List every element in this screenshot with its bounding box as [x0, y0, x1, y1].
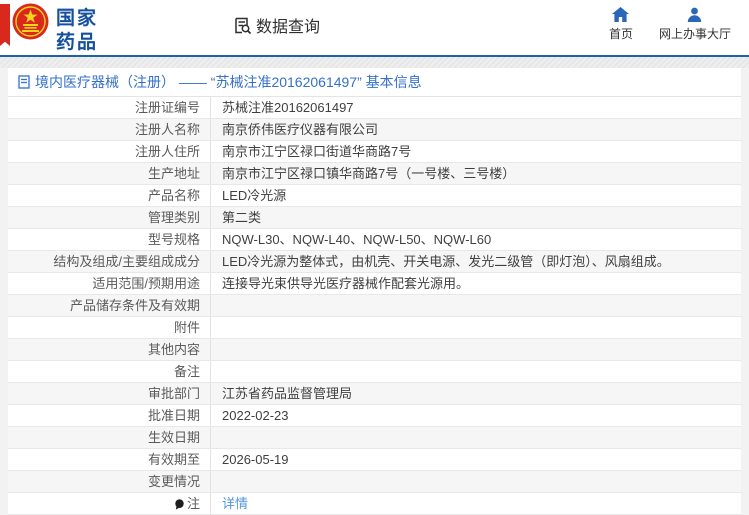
row-label: 适用范围/预期用途 — [8, 273, 210, 294]
breadcrumb: 境内医疗器械（注册） —— “苏械注准20162061497” 基本信息 — [8, 68, 741, 96]
table-row: 变更情况 — [8, 471, 741, 493]
row-label: 型号规格 — [8, 229, 210, 250]
row-label-text: 管理类别 — [147, 210, 200, 225]
nav-home-label: 首页 — [608, 27, 633, 41]
row-value: LED冷光源 — [210, 185, 741, 206]
row-label-text: 注册人名称 — [134, 122, 200, 137]
row-value: 连接导光束供导光医疗器械作配套光源用。 — [210, 273, 741, 294]
row-label: 产品储存条件及有效期 — [8, 295, 210, 316]
registration-info-table: 注册证编号 苏械注准20162061497 注册人名称 南京侨伟医疗仪器有限公司 注册人… — [8, 96, 741, 515]
table-row: 有效期至 2026-05-19 — [8, 449, 741, 471]
row-label: 管理类别 — [8, 207, 210, 228]
row-value: LED冷光源为整体式，由机壳、开关电源、发光二级管（即灯泡）、风扇组成。 — [210, 251, 741, 272]
row-label-text: 生产地址 — [147, 166, 200, 181]
table-row: 注详情 — [8, 493, 741, 515]
row-label-text: 附件 — [173, 320, 200, 335]
row-label: 结构及组成/主要组成成分 — [8, 251, 210, 272]
table-row: 附件 — [8, 317, 741, 339]
site-header: 国家药品监督管理局 National Medical Products Admi… — [0, 0, 749, 169]
row-label: 生产地址 — [8, 163, 210, 184]
row-label-text: 产品储存条件及有效期 — [69, 298, 200, 313]
home-icon — [612, 7, 630, 22]
row-label-text: 型号规格 — [147, 232, 200, 247]
row-label-text: 审批部门 — [147, 386, 200, 401]
nav-service-hall[interactable]: 网上办事大厅 — [659, 7, 731, 42]
row-label: 变更情况 — [8, 471, 210, 492]
top-nav: 首页 网上办事大厅 — [609, 7, 731, 42]
row-value: 南京市江宁区禄口街道华商路7号 — [210, 141, 741, 162]
table-row: 生效日期 — [8, 427, 741, 449]
row-label-text: 适用范围/预期用途 — [92, 276, 200, 291]
row-label: 注册人名称 — [8, 119, 210, 140]
row-label: 其他内容 — [8, 339, 210, 360]
row-value: 第二类 — [210, 207, 741, 228]
row-value — [210, 361, 741, 382]
row-value — [210, 427, 741, 448]
page-title: 境内医疗器械（注册） —— “苏械注准20162061497” 基本信息 — [35, 74, 422, 90]
row-value — [210, 295, 741, 316]
row-label-text: 变更情况 — [147, 474, 200, 489]
page-gray-strip — [0, 57, 749, 68]
data-query-nav[interactable]: 数据查询 — [233, 13, 320, 37]
row-label: 生效日期 — [8, 427, 210, 448]
nav-home[interactable]: 首页 — [609, 7, 633, 42]
row-value: 详情 — [210, 493, 741, 514]
row-label-text: 有效期至 — [147, 452, 200, 467]
row-label-text: 生效日期 — [147, 430, 200, 445]
nav-service-hall-label: 网上办事大厅 — [658, 27, 731, 41]
row-value — [210, 471, 741, 492]
row-label-text: 注册证编号 — [134, 100, 200, 115]
row-label: 有效期至 — [8, 449, 210, 470]
table-row: 注册证编号 苏械注准20162061497 — [8, 97, 741, 119]
row-label-text: 注册人住所 — [134, 144, 200, 159]
table-row: 其他内容 — [8, 339, 741, 361]
row-label: 审批部门 — [8, 383, 210, 404]
row-label: 注 — [8, 493, 210, 514]
data-query-label: 数据查询 — [256, 19, 321, 36]
table-row: 产品储存条件及有效期 — [8, 295, 741, 317]
table-row: 管理类别 第二类 — [8, 207, 741, 229]
red-ribbon-decoration — [0, 4, 10, 46]
table-row: 备注 — [8, 361, 741, 383]
national-emblem-icon — [12, 3, 49, 40]
table-row: 注册人名称 南京侨伟医疗仪器有限公司 — [8, 119, 741, 141]
row-value: 苏械注准20162061497 — [210, 97, 741, 118]
table-row: 适用范围/预期用途 连接导光束供导光医疗器械作配套光源用。 — [8, 273, 741, 295]
row-label: 注册证编号 — [8, 97, 210, 118]
row-value: 2026-05-19 — [210, 449, 741, 470]
table-row: 产品名称 LED冷光源 — [8, 185, 741, 207]
table-row: 结构及组成/主要组成成分 LED冷光源为整体式，由机壳、开关电源、发光二级管（即灯… — [8, 251, 741, 273]
table-row: 注册人住所 南京市江宁区禄口街道华商路7号 — [8, 141, 741, 163]
note-icon — [175, 498, 184, 510]
row-label: 批准日期 — [8, 405, 210, 426]
row-value — [210, 339, 741, 360]
row-label: 产品名称 — [8, 185, 210, 206]
row-label-text: 产品名称 — [147, 188, 200, 203]
row-value — [210, 317, 741, 338]
table-row: 批准日期 2022-02-23 — [8, 405, 741, 427]
data-query-icon — [233, 16, 252, 35]
row-label-text: 其他内容 — [147, 342, 200, 357]
row-label-text: 备注 — [173, 364, 200, 379]
row-label: 注册人住所 — [8, 141, 210, 162]
row-value: 江苏省药品监督管理局 — [210, 383, 741, 404]
row-label-text: 结构及组成/主要组成成分 — [53, 254, 200, 269]
row-value: 南京市江宁区禄口镇华商路7号（一号楼、三号楼） — [210, 163, 741, 184]
row-label: 备注 — [8, 361, 210, 382]
table-row: 审批部门 江苏省药品监督管理局 — [8, 383, 741, 405]
table-row: 生产地址 南京市江宁区禄口镇华商路7号（一号楼、三号楼） — [8, 163, 741, 185]
person-icon — [687, 7, 702, 22]
row-value: NQW-L30、NQW-L40、NQW-L50、NQW-L60 — [210, 229, 741, 250]
row-value: 南京侨伟医疗仪器有限公司 — [210, 119, 741, 140]
content-panel: 境内医疗器械（注册） —— “苏械注准20162061497” 基本信息 注册证… — [8, 68, 741, 515]
table-row: 型号规格 NQW-L30、NQW-L40、NQW-L50、NQW-L60 — [8, 229, 741, 251]
row-value: 2022-02-23 — [210, 405, 741, 426]
row-label: 附件 — [8, 317, 210, 338]
row-label-text: 批准日期 — [147, 408, 200, 423]
document-icon — [18, 75, 30, 89]
